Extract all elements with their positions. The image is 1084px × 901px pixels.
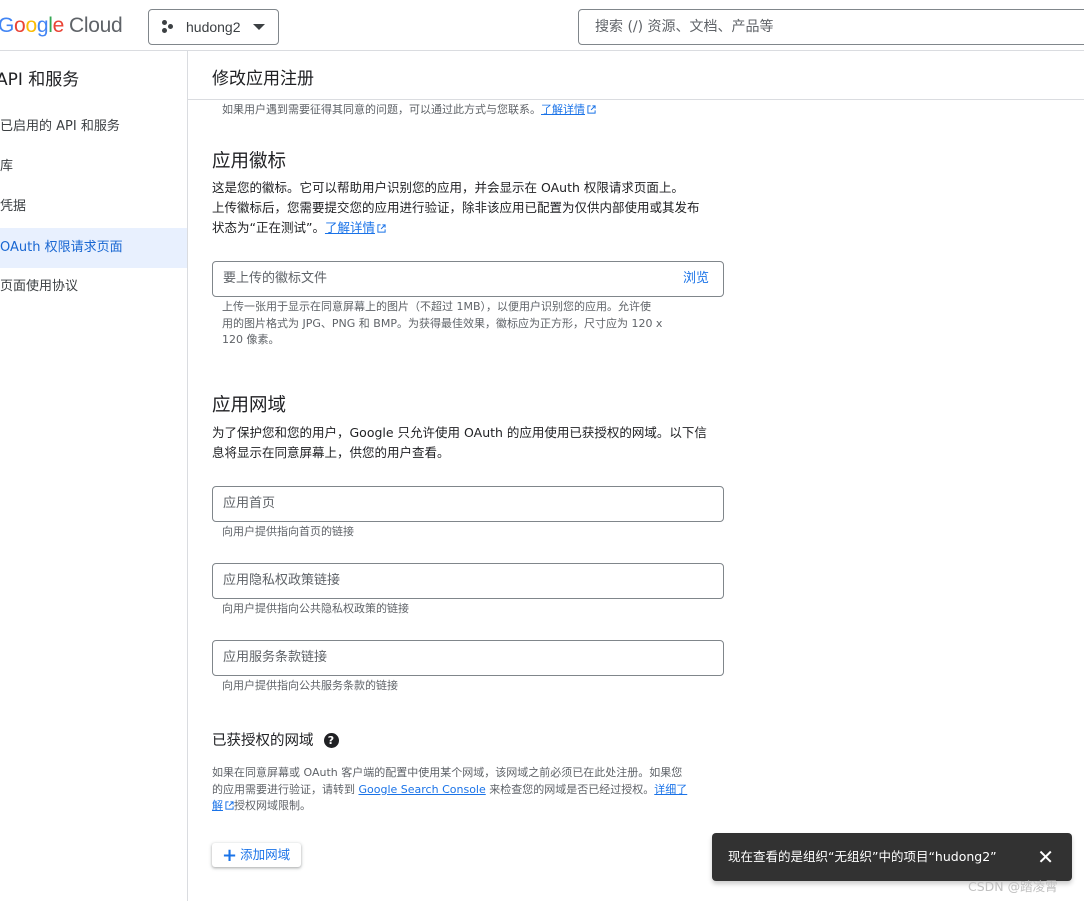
details-link[interactable]: 详细了 [654, 783, 687, 796]
main-header: 修改应用注册 [188, 51, 1084, 100]
external-link-icon [377, 224, 386, 233]
support-note: 如果用户遇到需要征得其同意的问题，可以通过此方式与您联系。了解详情 [222, 102, 596, 119]
sidebar-item-library[interactable]: 库 [0, 147, 187, 187]
authorized-desc-text: 授权网域限制。 [234, 799, 311, 812]
sidebar-item-credentials[interactable]: 凭据 [0, 187, 187, 227]
logo-letter: G [0, 14, 15, 37]
search-console-link[interactable]: Google Search Console [359, 783, 486, 796]
top-bar: Google Cloud hudong2 [0, 0, 1084, 51]
privacy-policy-hint: 向用户提供指向公共隐私权政策的链接 [222, 602, 409, 615]
logo-letter: o [14, 14, 26, 37]
domain-desc-line: 息将显示在同意屏幕上，供您的用户查看。 [212, 445, 450, 460]
project-name: hudong2 [186, 19, 241, 35]
domain-section-title: 应用网域 [212, 395, 287, 416]
plus-icon: + [222, 845, 238, 866]
authorized-desc-line: 如果在同意屏幕或 OAuth 客户端的配置中使用某个网域，该网域之前必须已在此处… [212, 766, 683, 779]
close-icon[interactable]: ✕ [1037, 833, 1054, 881]
logo-desc-line: 这是您的徽标。它可以帮助用户识别您的应用，并会显示在 OAuth 权限请求页面上… [212, 180, 684, 195]
support-learn-more-link[interactable]: 了解详情 [541, 103, 585, 116]
authorized-desc-line-with-link: 的应用需要进行验证，请转到 Google Search Console 来检查您… [212, 782, 687, 799]
logo-letter: e [52, 14, 65, 37]
search-input[interactable] [578, 9, 1084, 45]
browse-button[interactable]: 浏览 [683, 262, 709, 296]
logo-cloud-text: Cloud [68, 14, 123, 37]
watermark: CSDN @踏凌霄 [968, 879, 1058, 894]
details-link-continued[interactable]: 解 [212, 799, 223, 812]
google-cloud-logo[interactable]: Google Cloud [0, 14, 123, 38]
logo-letter: g [36, 14, 49, 37]
add-domain-label: 添加网域 [240, 847, 291, 862]
privacy-policy-field[interactable]: 应用隐私权政策链接 [212, 563, 724, 599]
authorized-desc-text: 来检查您的网域是否已经过授权。 [485, 782, 655, 796]
authorized-domains-heading: 已获授权的网域? [212, 729, 339, 750]
logo-file-field[interactable]: 要上传的徽标文件 浏览 [212, 261, 724, 297]
authorized-domains-title: 已获授权的网域 [212, 733, 314, 749]
homepage-placeholder: 应用首页 [223, 496, 276, 511]
add-domain-button[interactable]: + 添加网域 [212, 843, 301, 867]
sidebar: API 和服务 已启用的 API 和服务 库 凭据 OAuth 权限请求页面 页… [0, 51, 188, 901]
hint-line: 上传一张用于显示在同意屏幕上的图片（不超过 1MB），以便用户识别您的应用。允许… [222, 300, 652, 313]
project-picker-button[interactable]: hudong2 [148, 9, 279, 45]
support-note-text: 如果用户遇到需要征得其同意的问题，可以通过此方式与您联系。 [222, 103, 541, 116]
snackbar: 现在查看的是组织“无组织”中的项目“hudong2” ✕ [712, 833, 1072, 881]
project-icon [162, 20, 174, 34]
snackbar-message: 现在查看的是组织“无组织”中的项目“hudong2” [728, 849, 997, 864]
external-link-icon [225, 801, 234, 810]
terms-of-service-placeholder: 应用服务条款链接 [223, 650, 328, 665]
logo-desc-line-with-link: 状态为“正在测试”。了解详情 [212, 218, 700, 238]
homepage-hint: 向用户提供指向首页的链接 [222, 525, 354, 538]
terms-of-service-field[interactable]: 应用服务条款链接 [212, 640, 724, 676]
terms-of-service-hint: 向用户提供指向公共服务条款的链接 [222, 679, 398, 692]
logo-desc-line: 状态为“正在测试”。 [212, 220, 325, 235]
logo-section-description: 这是您的徽标。它可以帮助用户识别您的应用，并会显示在 OAuth 权限请求页面上… [212, 178, 700, 238]
sidebar-title: API 和服务 [0, 70, 80, 90]
logo-upload-hint: 上传一张用于显示在同意屏幕上的图片（不超过 1MB），以便用户识别您的应用。允许… [222, 299, 662, 349]
help-icon[interactable]: ? [323, 733, 339, 748]
logo-file-placeholder: 要上传的徽标文件 [223, 271, 328, 286]
authorized-domains-description: 如果在同意屏幕或 OAuth 客户端的配置中使用某个网域，该网域之前必须已在此处… [212, 765, 687, 815]
hint-line: 用的图片格式为 JPG、PNG 和 BMP。为获得最佳效果，徽标应为正方形，尺寸… [222, 316, 663, 330]
page-title: 修改应用注册 [212, 69, 314, 89]
domain-section-description: 为了保护您和您的用户，Google 只允许使用 OAuth 的应用使用已获授权的… [212, 423, 707, 463]
authorized-desc-text: 的应用需要进行验证，请转到 [212, 782, 359, 796]
external-link-icon [587, 105, 596, 114]
sidebar-item-oauth-consent[interactable]: OAuth 权限请求页面 [0, 228, 187, 268]
logo-section-title: 应用徽标 [212, 151, 287, 172]
homepage-field[interactable]: 应用首页 [212, 486, 724, 522]
logo-learn-more-link[interactable]: 了解详情 [325, 220, 375, 235]
logo-desc-line: 上传徽标后，您需要提交您的应用进行验证，除非该应用已配置为仅供内部使用或其发布 [212, 200, 700, 215]
authorized-desc-line-with-link: 解授权网域限制。 [212, 798, 687, 815]
privacy-policy-placeholder: 应用隐私权政策链接 [223, 573, 341, 588]
sidebar-item-enabled-apis[interactable]: 已启用的 API 和服务 [0, 107, 187, 147]
sidebar-item-page-usage-agreements[interactable]: 页面使用协议 [0, 267, 187, 307]
domain-desc-line: 为了保护您和您的用户，Google 只允许使用 OAuth 的应用使用已获授权的… [212, 425, 707, 440]
hint-line: 120 像素。 [222, 333, 280, 346]
logo-letter: o [25, 14, 37, 37]
caret-down-icon [253, 24, 265, 30]
